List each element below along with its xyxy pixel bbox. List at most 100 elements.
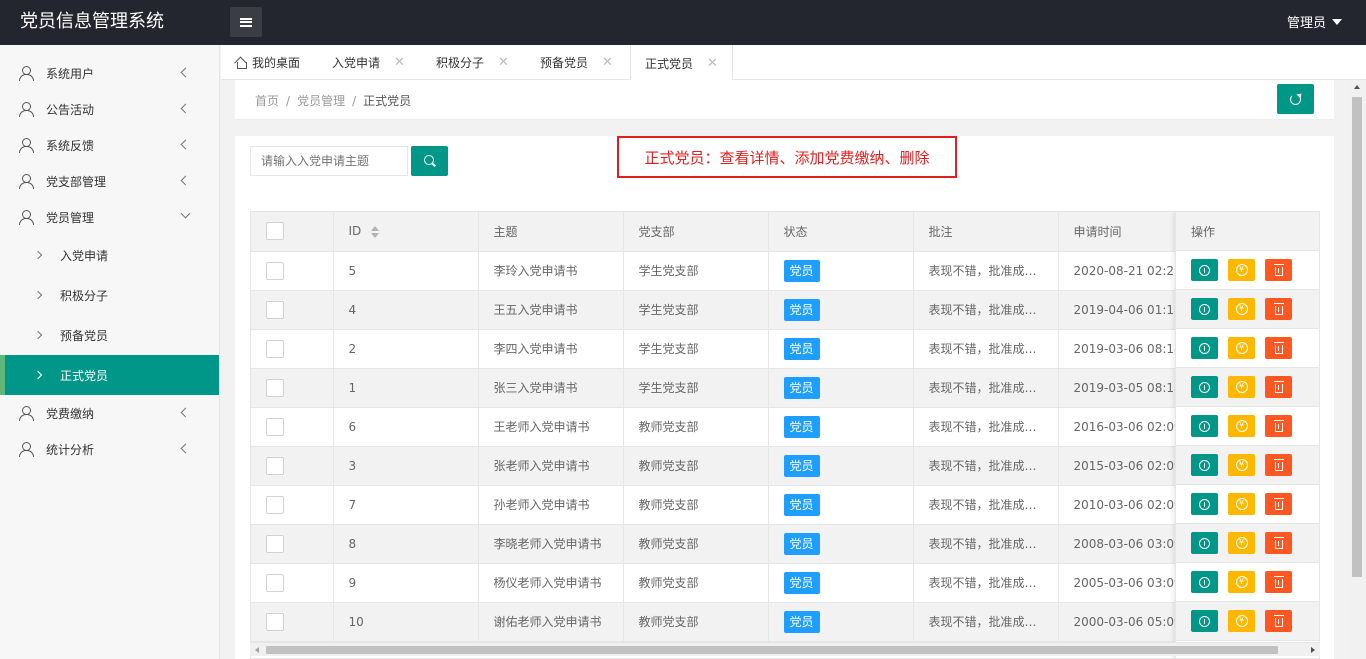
close-icon[interactable]: ✕ (394, 55, 405, 70)
cell-subject: 王老师入党申请书 (478, 407, 624, 447)
chevron-left-icon (180, 139, 191, 150)
delete-button[interactable] (1265, 376, 1292, 398)
close-icon[interactable]: ✕ (602, 55, 613, 70)
detail-button[interactable] (1191, 259, 1218, 281)
delete-button[interactable] (1265, 454, 1292, 476)
tab-full-members[interactable]: 正式党员 ✕ (630, 45, 733, 81)
row-checkbox[interactable] (266, 261, 284, 280)
trash-icon (1273, 458, 1284, 471)
breadcrumb-section[interactable]: 党员管理 (297, 94, 345, 108)
delete-button[interactable] (1265, 532, 1292, 554)
sidebar-subitem-applications[interactable]: 入党申请 (0, 235, 219, 275)
sort-icon[interactable] (371, 225, 380, 238)
column-header-subject: 主题 (478, 212, 624, 252)
add-fee-button[interactable]: ¥ (1228, 610, 1255, 632)
add-fee-button[interactable]: ¥ (1228, 337, 1255, 359)
scroll-right-arrow-icon[interactable] (1311, 647, 1315, 653)
row-checkbox[interactable] (266, 456, 284, 475)
yen-icon: ¥ (1235, 303, 1248, 315)
cell-subject: 李晓老师入党申请书 (478, 524, 624, 564)
add-fee-button[interactable]: ¥ (1228, 454, 1255, 476)
tab-desktop[interactable]: 我的桌面 (235, 45, 300, 80)
hamburger-icon (240, 17, 252, 27)
add-fee-button[interactable]: ¥ (1228, 493, 1255, 515)
sidebar-item-fees[interactable]: 党费缴纳 (0, 395, 219, 431)
delete-button[interactable] (1265, 610, 1292, 632)
cell-id: 4 (333, 290, 479, 330)
scroll-up-arrow-icon[interactable] (1354, 85, 1360, 89)
sidebar-subitem-activists[interactable]: 积极分子 (0, 275, 219, 315)
row-checkbox[interactable] (266, 534, 284, 553)
status-badge: 党员 (783, 571, 820, 594)
row-actions: ¥ (1176, 329, 1319, 368)
sidebar-subitem-full-members[interactable]: 正式党员 (0, 355, 219, 395)
detail-button[interactable] (1191, 454, 1218, 476)
sidebar-item-system-users[interactable]: 系统用户 (0, 55, 219, 91)
close-icon[interactable]: ✕ (498, 55, 509, 70)
row-checkbox[interactable] (266, 339, 284, 358)
info-icon (1199, 459, 1210, 471)
cell-status: 党员 (768, 602, 914, 642)
detail-button[interactable] (1191, 493, 1218, 515)
add-fee-button[interactable]: ¥ (1228, 571, 1255, 593)
detail-button[interactable] (1191, 532, 1218, 554)
user-icon (18, 137, 34, 153)
search-input[interactable] (250, 146, 408, 176)
horizontal-scrollbar[interactable] (250, 642, 1320, 656)
sidebar-item-member-management[interactable]: 党员管理 (0, 199, 219, 235)
status-badge: 党员 (783, 454, 820, 477)
row-checkbox[interactable] (266, 300, 284, 319)
delete-button[interactable] (1265, 415, 1292, 437)
delete-button[interactable] (1265, 571, 1292, 593)
sidebar-item-branch-management[interactable]: 党支部管理 (0, 163, 219, 199)
add-fee-button[interactable]: ¥ (1228, 298, 1255, 320)
delete-button[interactable] (1265, 259, 1292, 281)
cell-branch: 教师党支部 (623, 446, 769, 486)
yen-icon: ¥ (1235, 576, 1248, 588)
select-all-checkbox[interactable] (266, 222, 284, 241)
detail-button[interactable] (1191, 415, 1218, 437)
cell-id: 2 (333, 329, 479, 369)
delete-button[interactable] (1265, 298, 1292, 320)
cell-status: 党员 (768, 446, 914, 486)
refresh-button[interactable] (1277, 84, 1314, 114)
row-checkbox[interactable] (266, 612, 284, 631)
sidebar-item-statistics[interactable]: 统计分析 (0, 431, 219, 467)
cell-note: 表现不错，批准成为正式党员 (913, 563, 1059, 603)
row-checkbox[interactable] (266, 495, 284, 514)
row-select-cell (251, 407, 334, 447)
detail-button[interactable] (1191, 337, 1218, 359)
detail-button[interactable] (1191, 298, 1218, 320)
tab-activists[interactable]: 积极分子 ✕ (436, 45, 509, 80)
row-checkbox[interactable] (266, 417, 284, 436)
sidebar-toggle-button[interactable] (230, 7, 262, 37)
user-menu[interactable]: 管理员 (1287, 12, 1342, 31)
breadcrumb-home[interactable]: 首页 (255, 94, 279, 108)
row-select-cell (251, 329, 334, 369)
detail-button[interactable] (1191, 571, 1218, 593)
column-header-id[interactable]: ID (333, 212, 479, 252)
detail-button[interactable] (1191, 610, 1218, 632)
add-fee-button[interactable]: ¥ (1228, 376, 1255, 398)
row-checkbox[interactable] (266, 378, 284, 397)
close-icon[interactable]: ✕ (707, 56, 718, 71)
cell-status: 党员 (768, 407, 914, 447)
sidebar-item-feedback[interactable]: 系统反馈 (0, 127, 219, 163)
delete-button[interactable] (1265, 493, 1292, 515)
cell-branch: 学生党支部 (623, 329, 769, 369)
sidebar-item-announcements[interactable]: 公告活动 (0, 91, 219, 127)
row-checkbox[interactable] (266, 573, 284, 592)
scrollbar-thumb[interactable] (1352, 97, 1362, 577)
delete-button[interactable] (1265, 337, 1292, 359)
sidebar-subitem-probationary[interactable]: 预备党员 (0, 315, 219, 355)
add-fee-button[interactable]: ¥ (1228, 532, 1255, 554)
vertical-scrollbar[interactable] (1349, 80, 1366, 659)
tab-probationary[interactable]: 预备党员 ✕ (540, 45, 613, 80)
search-button[interactable] (411, 146, 448, 176)
scrollbar-thumb[interactable] (266, 646, 1278, 654)
tab-applications[interactable]: 入党申请 ✕ (332, 45, 405, 80)
scroll-left-arrow-icon[interactable] (255, 647, 259, 653)
add-fee-button[interactable]: ¥ (1228, 415, 1255, 437)
add-fee-button[interactable]: ¥ (1228, 259, 1255, 281)
detail-button[interactable] (1191, 376, 1218, 398)
